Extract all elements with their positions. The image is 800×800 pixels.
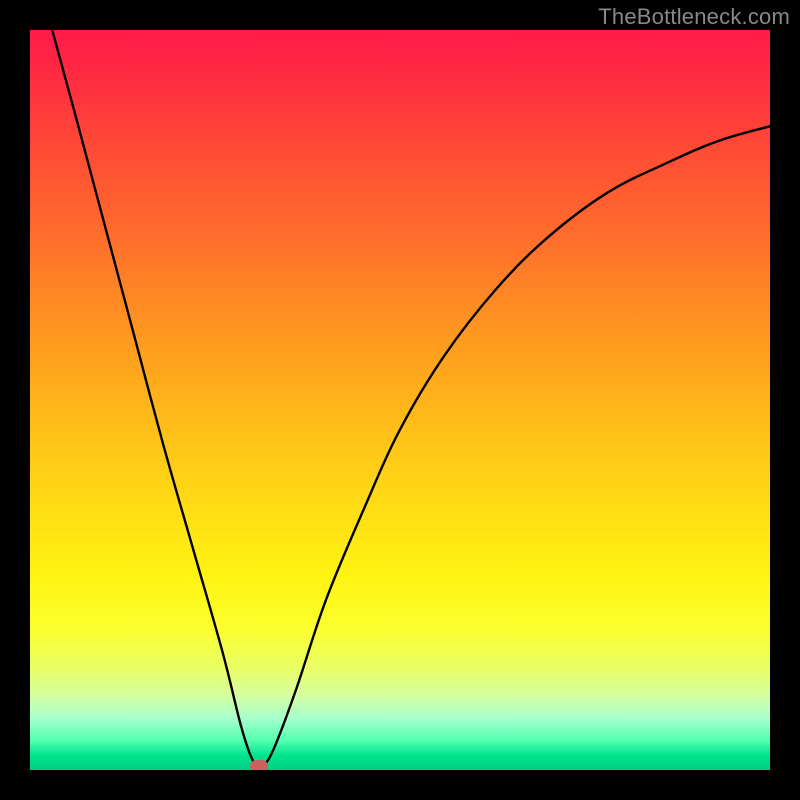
watermark-text: TheBottleneck.com xyxy=(598,4,790,30)
curve-layer xyxy=(30,30,770,770)
plot-area xyxy=(30,30,770,770)
minimum-marker xyxy=(250,760,268,770)
outer-frame: TheBottleneck.com xyxy=(0,0,800,800)
bottleneck-curve xyxy=(52,30,770,768)
